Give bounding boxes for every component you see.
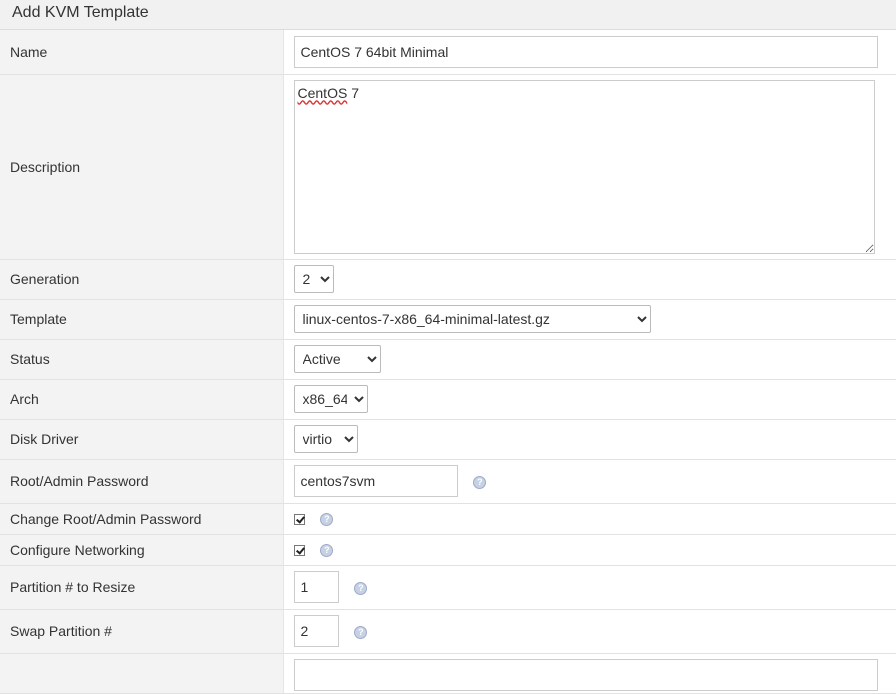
name-label: Name xyxy=(0,30,284,75)
template-label: Template xyxy=(0,299,284,340)
question-circle-icon[interactable]: ? xyxy=(320,513,334,527)
row-generation: Generation 2 xyxy=(0,259,896,300)
disk-driver-select[interactable]: virtio xyxy=(293,425,358,453)
partition-resize-label: Partition # to Resize xyxy=(0,565,284,610)
partition-resize-input[interactable] xyxy=(293,571,339,603)
generation-select[interactable]: 2 xyxy=(293,265,334,293)
description-label: Description xyxy=(0,74,284,260)
page-title: Add KVM Template xyxy=(0,0,896,30)
arch-label: Arch xyxy=(0,379,284,420)
disk-driver-label: Disk Driver xyxy=(0,419,284,460)
description-word-1: CentOS xyxy=(297,84,348,101)
generation-label: Generation xyxy=(0,259,284,300)
change-root-password-label: Change Root/Admin Password xyxy=(0,503,284,535)
configure-networking-checkbox[interactable] xyxy=(293,545,305,557)
template-form: Name Description CentOS 7 Generation 2 T… xyxy=(0,30,896,694)
description-word-2: 7 xyxy=(347,84,359,101)
row-partition-resize: Partition # to Resize ? xyxy=(0,565,896,610)
name-input[interactable] xyxy=(293,35,878,68)
next-row-label xyxy=(0,653,284,694)
arch-select[interactable]: x86_64 xyxy=(293,385,368,413)
change-root-password-checkbox[interactable] xyxy=(293,514,305,526)
status-select[interactable]: Active xyxy=(293,345,381,373)
description-textarea[interactable]: CentOS 7 xyxy=(293,79,875,254)
row-description: Description CentOS 7 xyxy=(0,74,896,260)
question-circle-icon[interactable]: ? xyxy=(354,625,368,639)
next-field-input[interactable] xyxy=(293,658,878,691)
row-arch: Arch x86_64 xyxy=(0,379,896,420)
configure-networking-label: Configure Networking xyxy=(0,534,284,566)
row-change-root-password: Change Root/Admin Password ? xyxy=(0,503,896,535)
row-status: Status Active xyxy=(0,339,896,380)
row-name: Name xyxy=(0,30,896,75)
question-circle-icon[interactable]: ? xyxy=(320,544,334,558)
root-password-label: Root/Admin Password xyxy=(0,459,284,504)
row-root-password: Root/Admin Password ? xyxy=(0,459,896,504)
swap-partition-input[interactable] xyxy=(293,615,339,647)
row-template: Template linux-centos-7-x86_64-minimal-l… xyxy=(0,299,896,340)
root-password-input[interactable] xyxy=(293,465,458,497)
row-configure-networking: Configure Networking ? xyxy=(0,534,896,566)
row-next xyxy=(0,653,896,694)
template-select[interactable]: linux-centos-7-x86_64-minimal-latest.gz xyxy=(293,305,651,333)
row-swap-partition: Swap Partition # ? xyxy=(0,609,896,654)
status-label: Status xyxy=(0,339,284,380)
swap-partition-label: Swap Partition # xyxy=(0,609,284,654)
question-circle-icon[interactable]: ? xyxy=(354,581,368,595)
question-circle-icon[interactable]: ? xyxy=(473,475,487,489)
row-disk-driver: Disk Driver virtio xyxy=(0,419,896,460)
